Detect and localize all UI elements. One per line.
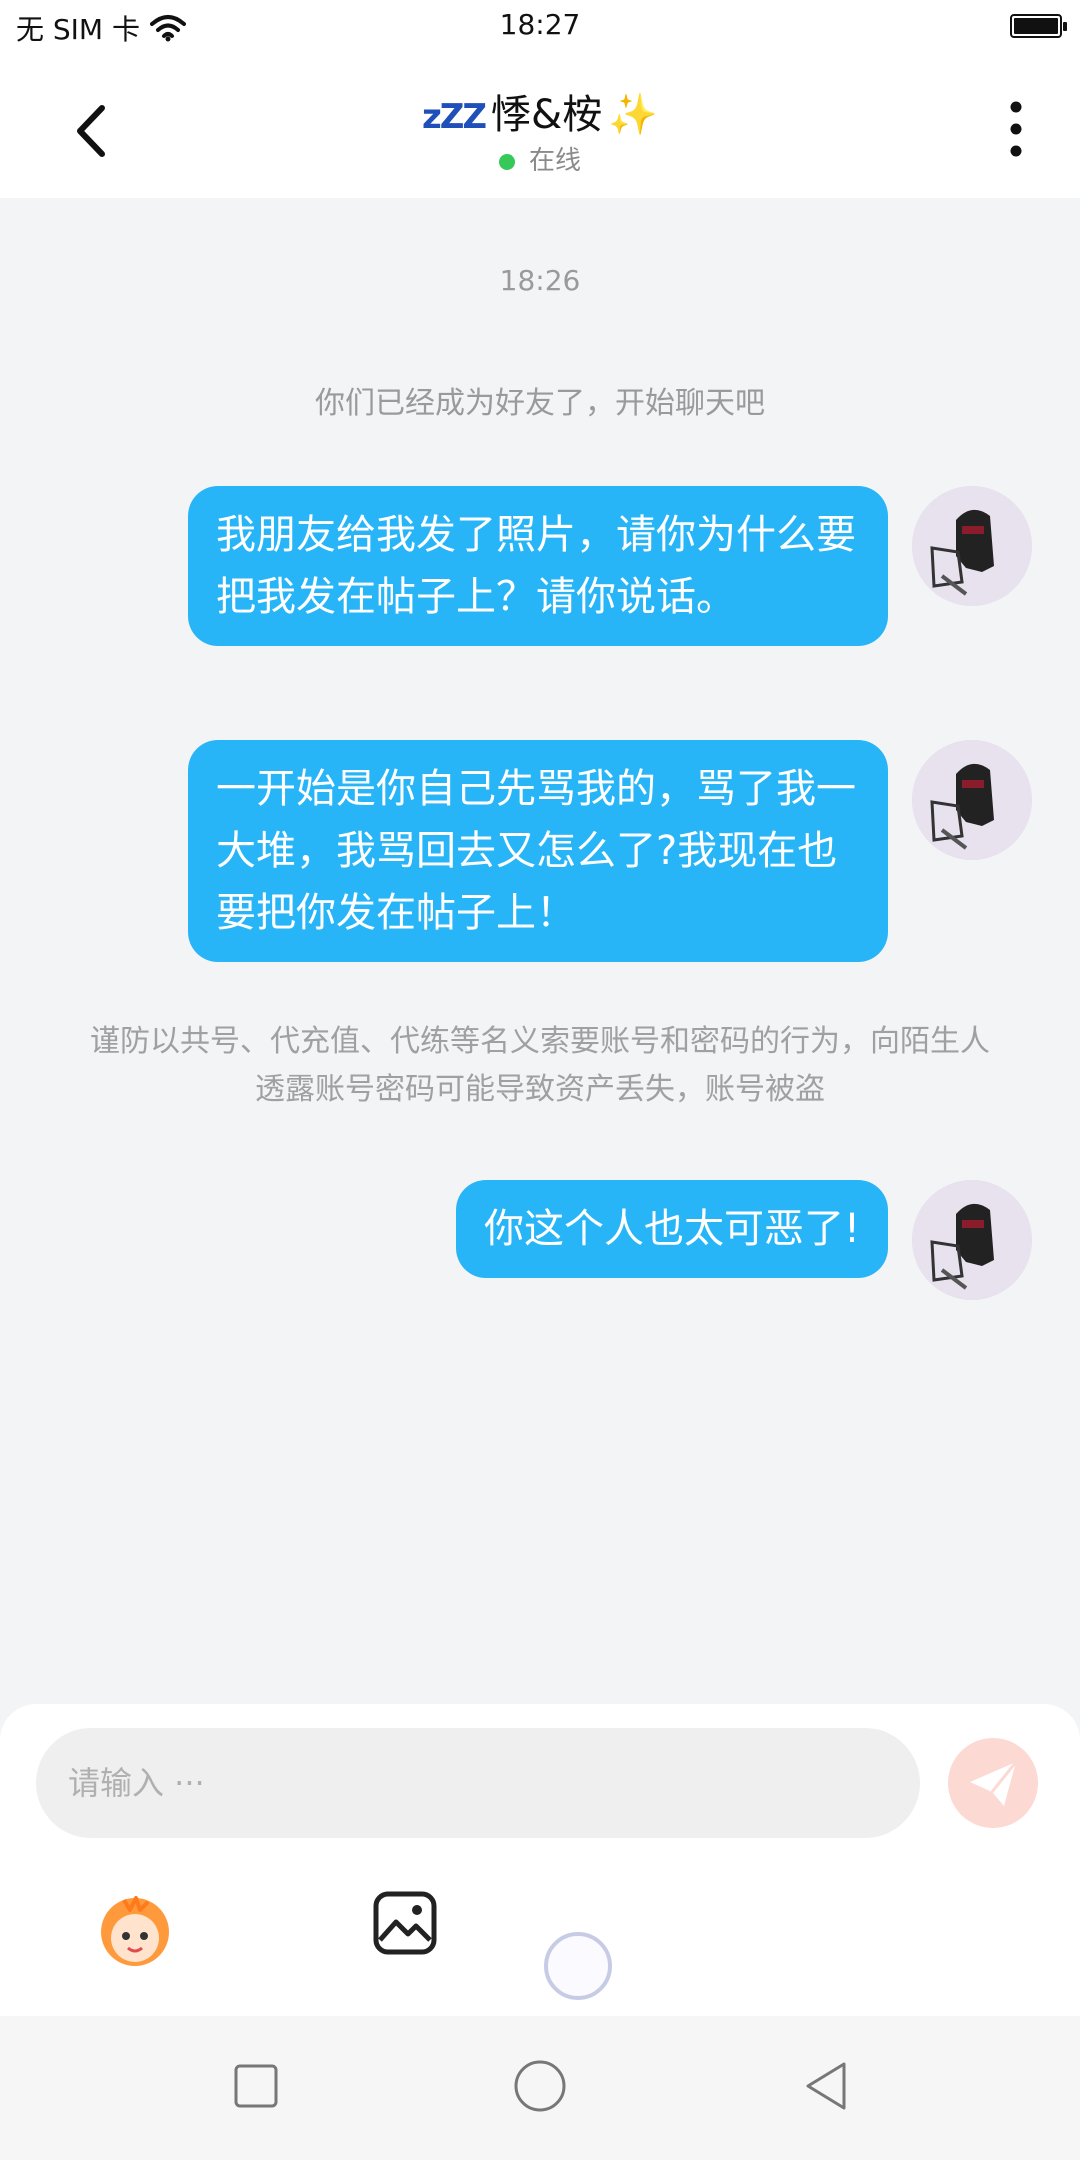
more-options-button[interactable] xyxy=(992,94,1040,164)
user-avatar-image xyxy=(912,486,1032,606)
chat-header: zZZ 悸&桉 ✨ 在线 xyxy=(0,56,1080,198)
system-navigation-bar xyxy=(0,2016,1080,2160)
user-avatar-image xyxy=(912,1180,1032,1300)
send-button[interactable] xyxy=(948,1738,1038,1828)
battery-icon xyxy=(1010,14,1067,38)
chat-area[interactable]: 18:26 你们已经成为好友了，开始聊天吧 我朋友给我发了照片，请你为什么要把我… xyxy=(0,198,1080,1698)
sleep-emoji: zZZ xyxy=(421,97,487,137)
avatar[interactable] xyxy=(912,740,1032,860)
system-message: 你们已经成为好友了，开始聊天吧 xyxy=(315,386,765,421)
circle-icon xyxy=(514,2060,566,2112)
message-input[interactable]: 请输入 ··· xyxy=(36,1728,920,1838)
contact-name: zZZ 悸&桉 ✨ xyxy=(0,82,1080,140)
home-button[interactable] xyxy=(510,2056,570,2116)
image-icon xyxy=(373,1891,437,1955)
input-panel: 请输入 ··· xyxy=(0,1704,1080,2016)
contact-name-text: 悸&桉 xyxy=(491,92,603,138)
square-icon xyxy=(234,2064,278,2108)
paper-plane-icon xyxy=(970,1761,1018,1806)
status-time: 18:27 xyxy=(499,8,581,41)
sparkles-emoji: ✨ xyxy=(608,92,659,138)
online-status: 在线 xyxy=(0,140,1080,177)
message-bubble[interactable]: 你这个人也太可恶了! xyxy=(455,1180,888,1278)
image-button[interactable] xyxy=(372,1890,438,1956)
message-bubble[interactable]: 一开始是你自己先骂我的，骂了我一大堆，我骂回去又怎么了?我现在也要把你发在帖子上… xyxy=(188,740,888,962)
nav-back-button[interactable] xyxy=(796,2056,856,2116)
status-bar: 无 SIM 卡 18:27 xyxy=(0,0,1080,56)
security-notice: 谨防以共号、代充值、代练等名义索要账号和密码的行为，向陌生人透露账号密码可能导致… xyxy=(90,1024,990,1107)
sticker-icon xyxy=(101,1896,169,1966)
online-status-label: 在线 xyxy=(528,146,581,176)
more-vertical-icon xyxy=(1010,101,1022,157)
user-avatar-image xyxy=(912,740,1032,860)
message-timestamp: 18:26 xyxy=(499,264,581,297)
recent-apps-button[interactable] xyxy=(226,2056,286,2116)
message-bubble[interactable]: 我朋友给我发了照片，请你为什么要把我发在帖子上？请你说话。 xyxy=(188,486,888,646)
sticker-button[interactable] xyxy=(90,1884,180,1974)
online-dot-icon xyxy=(498,153,515,170)
avatar[interactable] xyxy=(912,486,1032,606)
loading-spinner-icon xyxy=(544,1932,612,2000)
avatar[interactable] xyxy=(912,1180,1032,1300)
triangle-back-icon xyxy=(806,2062,846,2110)
